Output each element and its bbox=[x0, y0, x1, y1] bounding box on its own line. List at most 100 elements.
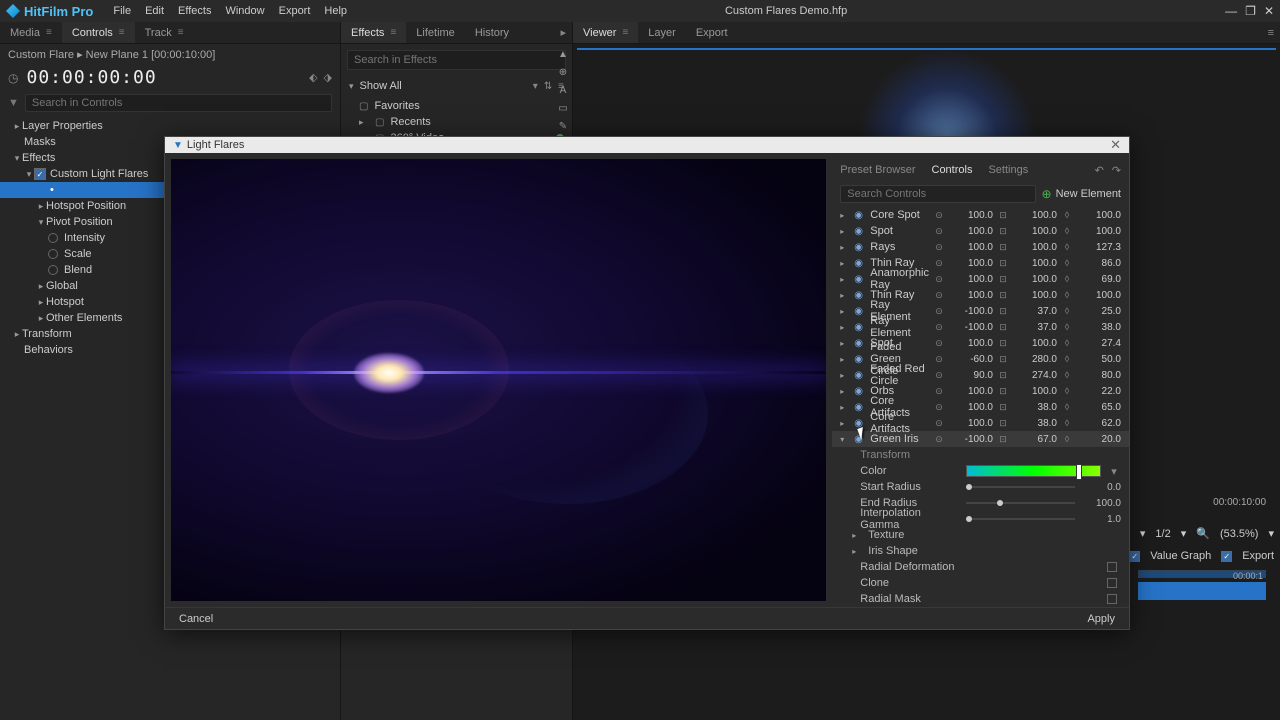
visibility-icon[interactable]: ◉ bbox=[854, 210, 866, 221]
tab-layer[interactable]: Layer bbox=[638, 22, 686, 43]
element-value[interactable]: 100.0 bbox=[949, 386, 993, 397]
sub-radial-deformation[interactable]: Radial Deformation bbox=[832, 559, 1129, 575]
timecode[interactable]: 00:00:00:00 bbox=[26, 67, 156, 88]
tab-menu-icon[interactable]: ≡ bbox=[119, 27, 125, 38]
visibility-icon[interactable]: ◉ bbox=[854, 354, 866, 365]
export-toggle[interactable]: Export bbox=[1242, 550, 1274, 562]
element-value[interactable]: 100.0 bbox=[1013, 386, 1057, 397]
apply-button[interactable]: Apply bbox=[1087, 613, 1115, 625]
search-controls-input[interactable] bbox=[25, 94, 332, 112]
tab-history[interactable]: History bbox=[465, 22, 519, 43]
redo-icon[interactable]: ↷ bbox=[1112, 164, 1121, 177]
tab-controls[interactable]: Controls≡ bbox=[62, 22, 135, 43]
tab-settings[interactable]: Settings bbox=[988, 164, 1028, 176]
expand-icon[interactable]: ▸ bbox=[840, 323, 850, 332]
breadcrumb[interactable]: Custom Flare ▸ New Plane 1 [00:00:10:00] bbox=[0, 44, 340, 65]
element-value[interactable]: 37.0 bbox=[1013, 306, 1057, 317]
tab-effects[interactable]: Effects≡ bbox=[341, 22, 406, 43]
visibility-icon[interactable]: ◉ bbox=[854, 370, 866, 381]
ratio-display[interactable]: 1/2 bbox=[1155, 528, 1170, 540]
minimize-button[interactable]: — bbox=[1225, 4, 1237, 18]
visibility-icon[interactable]: ◉ bbox=[854, 322, 866, 333]
tab-export[interactable]: Export bbox=[686, 22, 738, 43]
maximize-button[interactable]: ❐ bbox=[1245, 4, 1256, 18]
tab-viewer[interactable]: Viewer≡ bbox=[573, 22, 638, 43]
element-value[interactable]: 100.0 bbox=[1077, 290, 1121, 301]
element-row[interactable]: ▸ ◉ Ray Element ⊙-100.0 ⊡37.0 ◊38.0 bbox=[832, 319, 1129, 335]
menu-window[interactable]: Window bbox=[225, 5, 264, 17]
element-value[interactable]: 86.0 bbox=[1077, 258, 1121, 269]
element-value[interactable]: 100.0 bbox=[949, 242, 993, 253]
search-flare-controls-input[interactable] bbox=[840, 185, 1035, 203]
chevron-down-icon[interactable]: ▾ bbox=[1181, 527, 1187, 540]
pen-tool-icon[interactable]: ✎ bbox=[555, 118, 571, 134]
element-row[interactable]: ▾ ◉ Green Iris ⊙-100.0 ⊡67.0 ◊20.0 bbox=[832, 431, 1129, 447]
tab-controls[interactable]: Controls bbox=[932, 164, 973, 176]
sub-start-radius[interactable]: Start Radius0.0 bbox=[832, 479, 1129, 495]
filter-icon[interactable]: ▾ bbox=[533, 81, 538, 92]
element-value[interactable]: 25.0 bbox=[1077, 306, 1121, 317]
keyframe-next-icon[interactable]: ⬗ bbox=[324, 71, 332, 84]
element-value[interactable]: -100.0 bbox=[949, 306, 993, 317]
element-value[interactable]: 50.0 bbox=[1077, 354, 1121, 365]
effects-filter[interactable]: ▾Show All ▾⇅≡ bbox=[341, 76, 572, 96]
element-value[interactable]: -100.0 bbox=[949, 434, 993, 445]
sub-texture[interactable]: ▸Texture bbox=[832, 527, 1129, 543]
checkbox-icon[interactable]: ✓ bbox=[1129, 551, 1140, 562]
visibility-icon[interactable]: ◉ bbox=[854, 226, 866, 237]
checkbox-icon[interactable]: ✓ bbox=[34, 168, 46, 180]
visibility-icon[interactable]: ◉ bbox=[854, 402, 866, 413]
effects-favorites[interactable]: ▢Favorites bbox=[341, 98, 572, 114]
expand-icon[interactable]: ▸ bbox=[840, 291, 850, 300]
element-row[interactable]: ▸ ◉ Anamorphic Ray ⊙100.0 ⊡100.0 ◊69.0 bbox=[832, 271, 1129, 287]
select-tool-icon[interactable]: ▲ bbox=[555, 46, 571, 62]
tab-track[interactable]: Track≡ bbox=[135, 22, 194, 43]
checkbox-icon[interactable] bbox=[1107, 562, 1117, 572]
tab-preset-browser[interactable]: Preset Browser bbox=[840, 164, 915, 176]
visibility-icon[interactable]: ◉ bbox=[854, 386, 866, 397]
tab-menu-icon[interactable]: ≡ bbox=[622, 27, 628, 38]
hand-tool-icon[interactable]: ⊕ bbox=[555, 64, 571, 80]
expand-icon[interactable]: ▸ bbox=[840, 307, 850, 316]
element-value[interactable]: 80.0 bbox=[1077, 370, 1121, 381]
element-value[interactable]: 100.0 bbox=[1077, 210, 1121, 221]
element-value[interactable]: 100.0 bbox=[949, 338, 993, 349]
element-value[interactable]: 100.0 bbox=[949, 274, 993, 285]
element-value[interactable]: -100.0 bbox=[949, 322, 993, 333]
visibility-icon[interactable]: ◉ bbox=[854, 290, 866, 301]
effects-recents[interactable]: ▸▢Recents bbox=[341, 114, 572, 130]
expand-icon[interactable]: ▸ bbox=[840, 227, 850, 236]
menu-help[interactable]: Help bbox=[324, 5, 347, 17]
element-value[interactable]: 100.0 bbox=[1013, 210, 1057, 221]
visibility-icon[interactable]: ◉ bbox=[854, 274, 866, 285]
expand-icon[interactable]: ▸ bbox=[840, 355, 850, 364]
element-value[interactable]: 100.0 bbox=[949, 290, 993, 301]
expand-icon[interactable]: ▸ bbox=[840, 275, 850, 284]
element-value[interactable]: 37.0 bbox=[1013, 322, 1057, 333]
dialog-titlebar[interactable]: ▼ Light Flares ✕ bbox=[165, 137, 1129, 153]
zoom-icon[interactable]: 🔍 bbox=[1196, 527, 1210, 540]
element-value[interactable]: 62.0 bbox=[1077, 418, 1121, 429]
tab-media[interactable]: Media≡ bbox=[0, 22, 62, 43]
value-graph-toggle[interactable]: Value Graph bbox=[1150, 550, 1211, 562]
sub-transform[interactable]: Transform bbox=[832, 447, 1129, 463]
sort-icon[interactable]: ⇅ bbox=[544, 81, 552, 92]
checkbox-icon[interactable] bbox=[1107, 594, 1117, 604]
element-row[interactable]: ▸ ◉ Core Spot ⊙100.0 ⊡100.0 ◊100.0 bbox=[832, 207, 1129, 223]
element-value[interactable]: 69.0 bbox=[1077, 274, 1121, 285]
element-value[interactable]: 90.0 bbox=[949, 370, 993, 381]
element-value[interactable]: 274.0 bbox=[1013, 370, 1057, 381]
element-value[interactable]: 100.0 bbox=[949, 210, 993, 221]
element-value[interactable]: 100.0 bbox=[949, 402, 993, 413]
flare-preview-canvas[interactable] bbox=[171, 159, 826, 601]
element-value[interactable]: 100.0 bbox=[1013, 226, 1057, 237]
chevron-down-icon[interactable]: ▾ bbox=[1140, 527, 1146, 540]
expand-icon[interactable]: ▸ bbox=[840, 339, 850, 348]
search-effects-input[interactable] bbox=[347, 50, 566, 70]
cancel-button[interactable]: Cancel bbox=[179, 613, 213, 625]
element-value[interactable]: 38.0 bbox=[1013, 418, 1057, 429]
element-value[interactable]: 100.0 bbox=[1013, 338, 1057, 349]
keyframe-icon[interactable] bbox=[48, 265, 58, 275]
element-row[interactable]: ▸ ◉ Rays ⊙100.0 ⊡100.0 ◊127.3 bbox=[832, 239, 1129, 255]
sub-radial-mask[interactable]: Radial Mask bbox=[832, 591, 1129, 607]
